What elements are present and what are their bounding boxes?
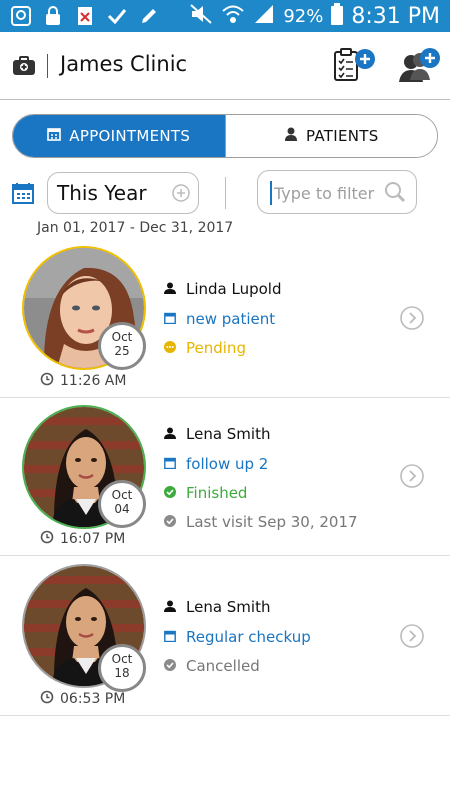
mute-icon: [189, 3, 213, 29]
battery-percent: 92%: [283, 5, 324, 27]
view-tabs: APPOINTMENTS PATIENTS: [12, 114, 438, 158]
search-input[interactable]: [270, 181, 382, 205]
calendar-icon: [164, 310, 176, 328]
signal-icon: [253, 3, 275, 29]
tab-patients[interactable]: PATIENTS: [224, 115, 437, 157]
date-badge: Oct 18: [98, 644, 146, 692]
calendar-icon: [164, 455, 176, 473]
filter-box: [257, 170, 417, 214]
check-circle-icon: [164, 657, 176, 675]
add-patient-icon: [399, 48, 440, 82]
appointment-row[interactable]: Oct 25 11:26 AM Linda Lupold new patient…: [0, 238, 450, 398]
battery-icon: [331, 3, 344, 29]
lock-icon: [42, 5, 64, 27]
calendar-icon[interactable]: [12, 182, 34, 204]
chevron-right-icon[interactable]: [400, 464, 424, 488]
pending-icon: [164, 339, 176, 357]
clock-icon: [40, 530, 54, 548]
tab-appointments[interactable]: APPOINTMENTS: [13, 115, 225, 157]
app-icon: [10, 5, 32, 27]
appointment-row[interactable]: Oct 04 16:07 PM Lena Smith follow up 2 F…: [0, 398, 450, 556]
check-circle-icon: [164, 513, 176, 531]
add-appointment-button[interactable]: [332, 46, 376, 86]
appointment-type: follow up 2: [164, 455, 268, 473]
check-icon: [106, 5, 128, 27]
add-appointment-icon: [334, 48, 375, 81]
page-title: James Clinic: [60, 52, 188, 76]
appointment-time: 06:53 PM: [40, 690, 125, 708]
patient-name: Linda Lupold: [164, 280, 282, 298]
period-selector[interactable]: This Year: [47, 172, 199, 214]
person-icon: [164, 598, 176, 616]
appointment-type: new patient: [164, 310, 275, 328]
chevron-right-icon[interactable]: [400, 306, 424, 330]
tab-appointments-label: APPOINTMENTS: [69, 127, 191, 145]
close-file-icon: [74, 5, 96, 27]
person-icon: [284, 127, 298, 145]
patient-name: Lena Smith: [164, 425, 270, 443]
tab-patients-label: PATIENTS: [305, 127, 379, 145]
last-visit: Last visit Sep 30, 2017: [164, 513, 358, 531]
wifi-icon: [221, 3, 245, 29]
period-label: This Year: [57, 181, 147, 205]
date-badge: Oct 25: [98, 322, 146, 370]
appointment-status: Pending: [164, 339, 246, 357]
appointment-status: Finished: [164, 484, 247, 502]
clinic-icon: [12, 56, 36, 76]
add-patient-button[interactable]: [398, 46, 442, 86]
clock-icon: [40, 372, 54, 390]
check-circle-icon: [164, 484, 176, 502]
appointment-time: 16:07 PM: [40, 530, 125, 548]
patient-name: Lena Smith: [164, 598, 270, 616]
date-range: Jan 01, 2017 - Dec 31, 2017: [37, 220, 234, 236]
system-indicators: 92% 8:31 PM: [189, 0, 440, 32]
search-icon[interactable]: [384, 181, 406, 203]
notification-icons: [10, 5, 160, 27]
calendar-icon: [164, 628, 176, 646]
date-badge: Oct 04: [98, 480, 146, 528]
chevron-right-icon[interactable]: [400, 624, 424, 648]
filter-divider: [225, 177, 226, 209]
appointment-status: Cancelled: [164, 657, 260, 675]
header-divider: [47, 54, 48, 78]
clock: 8:31 PM: [351, 3, 440, 29]
plus-circle-icon: [172, 184, 190, 202]
app-header: James Clinic: [0, 32, 450, 100]
appointment-type: Regular checkup: [164, 628, 311, 646]
pen-icon: [138, 5, 160, 27]
status-bar: 92% 8:31 PM: [0, 0, 450, 32]
clock-icon: [40, 690, 54, 708]
appointment-time: 11:26 AM: [40, 372, 126, 390]
person-icon: [164, 425, 176, 443]
calendar-icon: [47, 127, 62, 145]
person-icon: [164, 280, 176, 298]
appointment-row[interactable]: Oct 18 06:53 PM Lena Smith Regular check…: [0, 556, 450, 716]
